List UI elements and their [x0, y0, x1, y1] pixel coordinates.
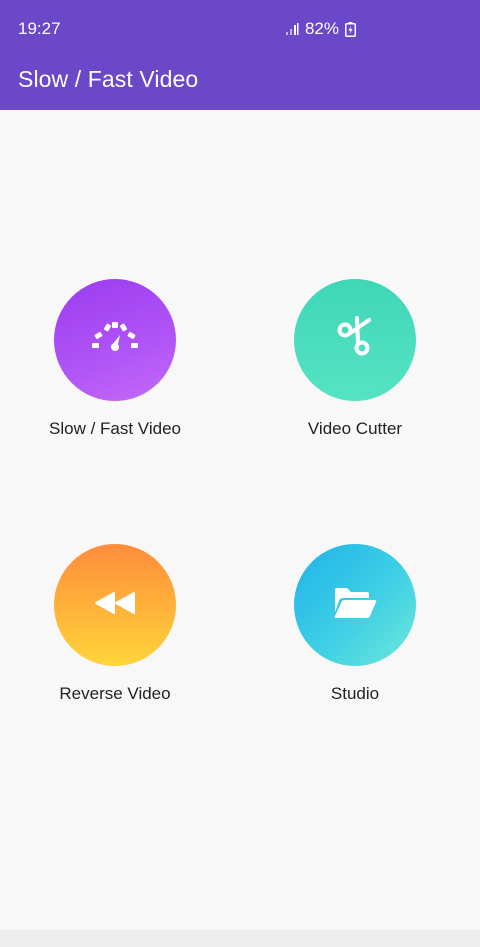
video-cutter-circle[interactable]	[294, 279, 416, 401]
status-indicators: 82%	[285, 19, 356, 39]
scissors-icon	[335, 315, 375, 365]
studio-label: Studio	[330, 684, 380, 703]
video-cutter-label: Video Cutter	[307, 419, 403, 438]
reverse-video-circle[interactable]	[54, 544, 176, 666]
battery-percentage: 82%	[304, 19, 339, 38]
page-title: Slow / Fast Video	[18, 66, 199, 92]
navigation-bar-strip	[0, 930, 480, 947]
studio-circle[interactable]	[294, 544, 416, 666]
reverse-video-label: Reverse Video	[59, 684, 171, 703]
battery-charging-icon	[345, 21, 356, 37]
status-time: 19:27	[18, 19, 61, 38]
speedometer-icon	[90, 321, 140, 360]
slow-fast-video-label: Slow / Fast Video	[49, 419, 181, 438]
slow-fast-video-button[interactable]: Slow / Fast Video	[15, 279, 215, 439]
status-bar: 19:27 82%	[0, 0, 480, 58]
studio-button[interactable]: Studio	[255, 544, 455, 704]
slow-fast-video-circle[interactable]	[54, 279, 176, 401]
reverse-video-button[interactable]: Reverse Video	[15, 544, 215, 704]
rewind-icon	[92, 590, 138, 621]
app-bar: Slow / Fast Video	[0, 58, 480, 110]
video-cutter-button[interactable]: Video Cutter	[255, 279, 455, 439]
signal-icon	[285, 22, 299, 36]
folder-open-icon	[332, 585, 378, 626]
